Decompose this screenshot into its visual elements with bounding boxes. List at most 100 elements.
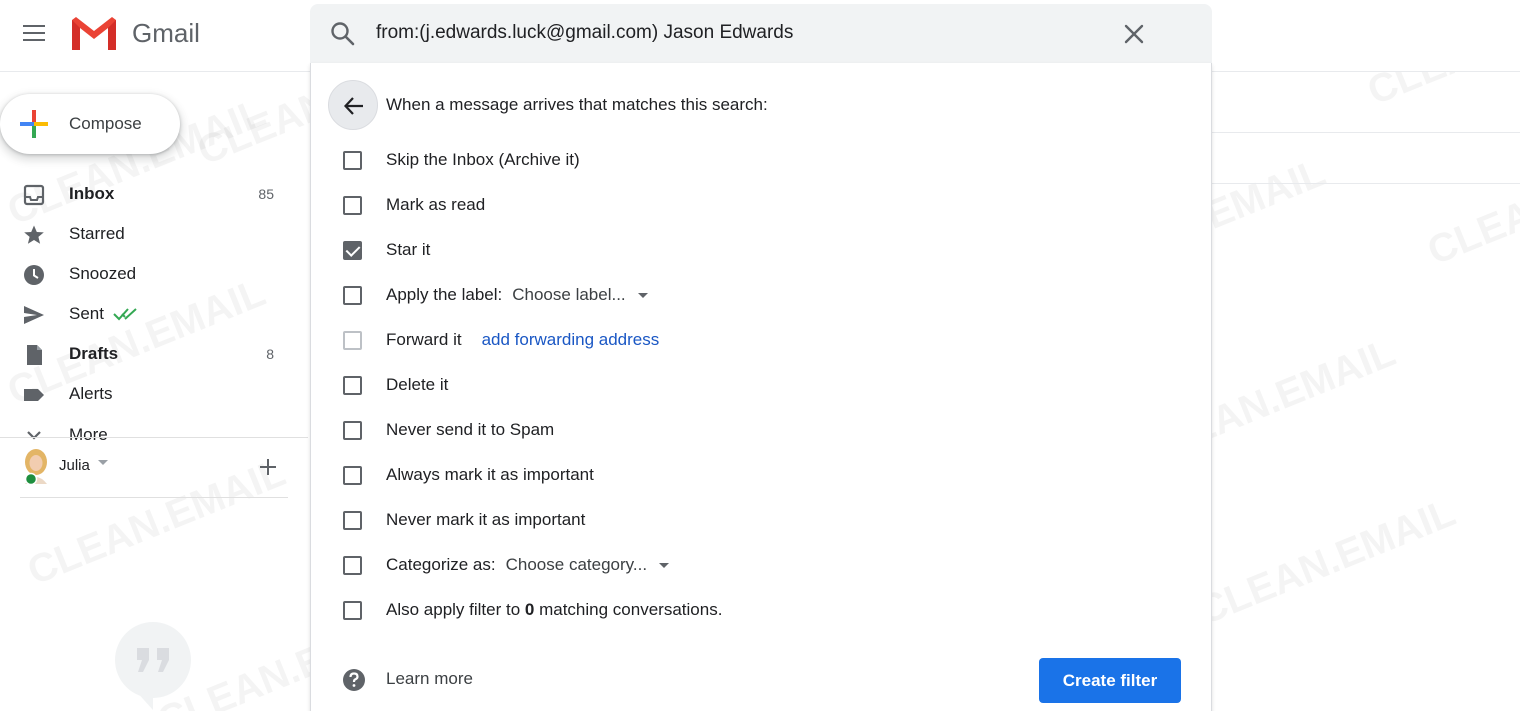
user-name[interactable]: Julia: [59, 457, 90, 474]
back-button[interactable]: [328, 80, 378, 130]
option-apply-label: Apply the label: Choose label...: [343, 282, 648, 308]
search-input[interactable]: [376, 22, 1136, 44]
matching-count: 0: [524, 600, 535, 619]
compose-button[interactable]: Compose: [0, 94, 180, 154]
app-name: Gmail: [132, 17, 200, 48]
arrow-left-icon: [343, 97, 363, 115]
option-mark-as-read: Mark as read: [343, 192, 485, 218]
learn-more-link[interactable]: Learn more: [386, 669, 473, 689]
option-star-it: Star it: [343, 237, 430, 263]
sidebar-item-starred[interactable]: Starred: [0, 214, 290, 254]
menu-icon: [23, 39, 45, 41]
add-forwarding-address-link[interactable]: add forwarding address: [482, 330, 660, 349]
unread-count: 8: [266, 346, 274, 362]
forward-it-checkbox[interactable]: [343, 330, 362, 350]
label-icon: [24, 389, 44, 401]
option-label-suffix: matching conversations.: [534, 600, 723, 619]
option-label: Skip the Inbox (Archive it): [386, 150, 580, 169]
option-label-row: Apply the label: Choose label...: [386, 285, 648, 305]
menu-icon: [23, 25, 45, 27]
never-spam-checkbox[interactable]: [343, 420, 362, 440]
option-label-row: Categorize as: Choose category...: [386, 555, 670, 575]
star-icon: [24, 225, 44, 244]
close-icon[interactable]: [1122, 22, 1146, 46]
caret-down-icon[interactable]: [98, 460, 108, 466]
dropdown-value: Choose category...: [505, 555, 648, 574]
option-never-spam: Never send it to Spam: [343, 417, 554, 443]
menu-icon: [23, 32, 45, 34]
unread-count: 85: [258, 186, 274, 202]
hangouts-user-row: Julia: [20, 448, 288, 498]
sidebar-item-alerts[interactable]: Alerts: [0, 374, 290, 414]
sidebar-item-label: Starred: [69, 224, 125, 243]
plus-icon: [20, 110, 48, 138]
sidebar-item-drafts[interactable]: Drafts 8: [0, 334, 290, 374]
option-label: Apply the label:: [386, 285, 503, 304]
draft-icon: [27, 345, 42, 365]
dropdown-value: Choose label...: [512, 285, 626, 304]
option-label: Mark as read: [386, 195, 486, 214]
choose-category-dropdown[interactable]: Choose category...: [505, 555, 670, 575]
sidebar-item-label: Sent: [69, 304, 104, 323]
option-label: Delete it: [386, 375, 449, 394]
option-delete-it: Delete it: [343, 372, 448, 398]
sidebar-item-label: Inbox: [69, 184, 115, 203]
option-apply-to-matching: Also apply filter to 0 matching conversa…: [343, 597, 722, 623]
sidebar-item-label: Alerts: [69, 384, 113, 403]
apply-label-checkbox[interactable]: [343, 285, 362, 305]
watermark-text: CLEAN.EMAIL: [1422, 130, 1520, 274]
choose-label-dropdown[interactable]: Choose label...: [512, 285, 648, 305]
gmail-logo[interactable]: Gmail: [70, 14, 200, 52]
sidebar-nav: Inbox 85 Starred Snoozed Sent Drafts 8 A…: [0, 174, 290, 444]
skip-inbox-checkbox[interactable]: [343, 150, 362, 170]
chevron-down-icon: [27, 431, 41, 440]
apply-to-matching-checkbox[interactable]: [343, 600, 362, 620]
compose-label: Compose: [69, 114, 142, 133]
create-filter-button[interactable]: Create filter: [1039, 658, 1181, 703]
never-important-checkbox[interactable]: [343, 510, 362, 530]
option-label: Categorize as:: [386, 555, 496, 574]
sidebar-item-label: Snoozed: [69, 264, 137, 283]
double-check-icon: [113, 308, 137, 321]
sidebar-item-label: More: [69, 425, 108, 444]
hangouts-icon: [115, 622, 191, 710]
option-never-important: Never mark it as important: [343, 507, 585, 533]
sidebar-item-more[interactable]: More: [0, 414, 290, 444]
search-bar: [310, 4, 1212, 64]
clock-icon: [24, 265, 44, 285]
divider: [1212, 183, 1520, 184]
top-bar: Gmail: [0, 0, 1520, 72]
option-categorize: Categorize as: Choose category...: [343, 552, 670, 578]
sidebar-divider: [0, 437, 308, 438]
caret-down-icon: [659, 562, 670, 568]
caret-down-icon: [637, 292, 648, 298]
option-skip-inbox: Skip the Inbox (Archive it): [343, 147, 580, 173]
divider: [1212, 132, 1520, 133]
main-menu-button[interactable]: [18, 20, 50, 48]
option-label-row: Also apply filter to 0 matching conversa…: [386, 600, 722, 620]
option-label: Never send it to Spam: [386, 420, 555, 439]
star-it-checkbox[interactable]: [343, 240, 362, 260]
option-label: Never mark it as important: [386, 510, 586, 529]
sidebar-item-snoozed[interactable]: Snoozed: [0, 254, 290, 294]
watermark-text: CLEAN.EMAIL: [1192, 490, 1462, 634]
filter-heading: When a message arrives that matches this…: [386, 95, 768, 114]
inbox-icon: [23, 184, 45, 206]
always-important-checkbox[interactable]: [343, 465, 362, 485]
sidebar-item-sent[interactable]: Sent: [0, 294, 290, 334]
option-forward-it: Forward it add forwarding address: [343, 327, 659, 353]
gmail-m-icon: [72, 17, 116, 50]
search-icon[interactable]: [330, 21, 356, 47]
help-icon[interactable]: [342, 668, 366, 692]
option-label: Always mark it as important: [386, 465, 594, 484]
categorize-checkbox[interactable]: [343, 555, 362, 575]
avatar[interactable]: [22, 448, 50, 484]
option-label-row: Forward it add forwarding address: [386, 330, 659, 350]
add-icon[interactable]: [258, 457, 278, 477]
sidebar-item-inbox[interactable]: Inbox 85: [0, 174, 290, 214]
option-always-important: Always mark it as important: [343, 462, 594, 488]
delete-it-checkbox[interactable]: [343, 375, 362, 395]
send-icon: [24, 306, 44, 324]
sidebar-item-label: Drafts: [69, 344, 119, 363]
mark-as-read-checkbox[interactable]: [343, 195, 362, 215]
